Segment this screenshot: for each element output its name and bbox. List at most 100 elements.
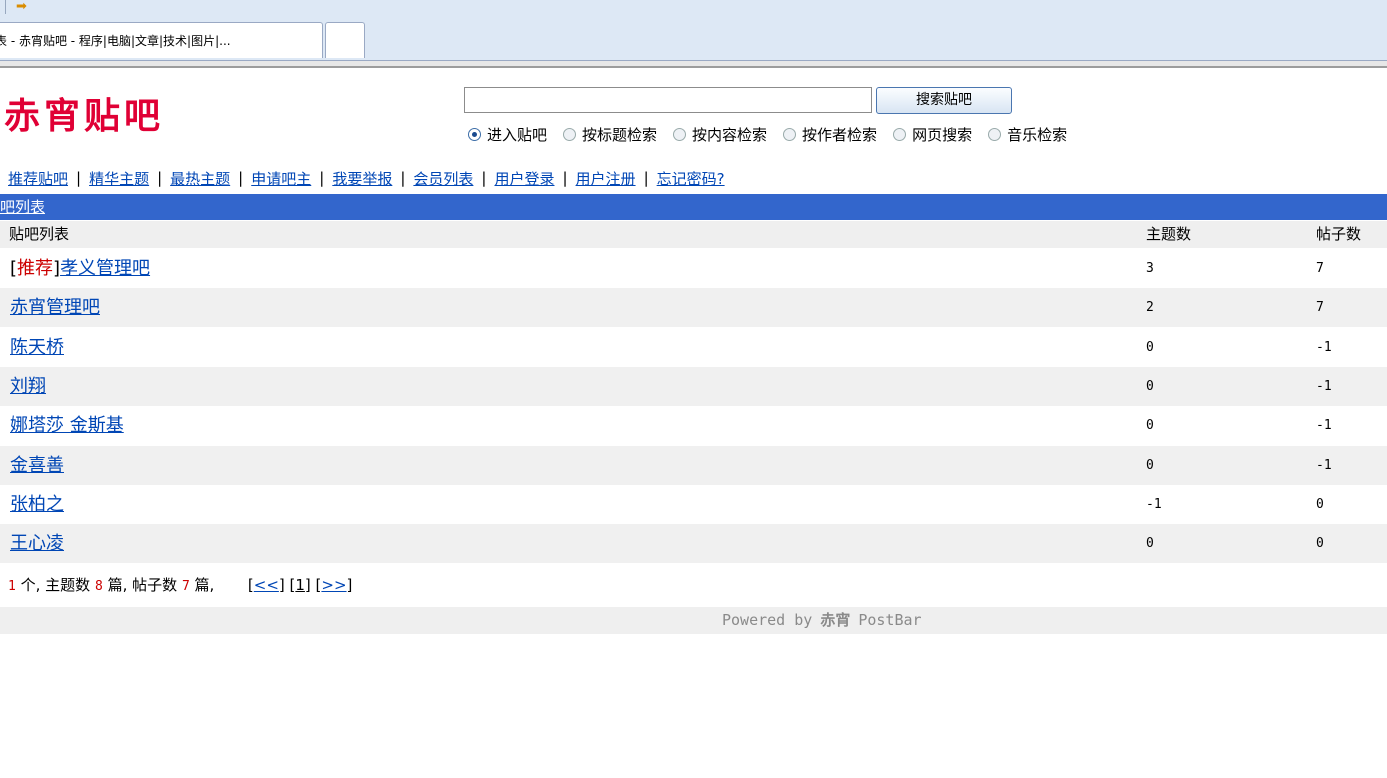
bar-name-cell: 王心凌 — [10, 524, 64, 563]
browser-tab-active[interactable]: 表 - 赤宵贴吧 - 程序|电脑|文章|技术|图片|... — [0, 22, 323, 58]
nav-separator: | — [76, 169, 82, 187]
radio-enter-bar[interactable]: 进入贴吧 — [468, 124, 547, 145]
nav-hottest[interactable]: 最热主题 — [170, 168, 230, 189]
topic-count: 0 — [1146, 379, 1154, 394]
bar-name-cell: 娜塔莎 金斯基 — [10, 406, 124, 445]
table-header: 贴吧列表 主题数 帖子数 — [0, 221, 1387, 248]
search-input[interactable] — [464, 87, 872, 113]
radio-dot-icon[interactable] — [783, 127, 797, 141]
topic-count: 2 — [1146, 300, 1154, 315]
radio-label: 进入贴吧 — [487, 125, 548, 144]
new-tab-button[interactable] — [325, 22, 365, 58]
radio-label: 按标题检索 — [582, 125, 658, 144]
recommend-tag: [推荐] — [10, 258, 60, 279]
current-page: 1 — [295, 576, 305, 594]
post-count: 0 — [1316, 536, 1324, 551]
nav-separator: | — [319, 169, 325, 187]
col-header-posts: 帖子数 — [1316, 225, 1362, 243]
bar-link[interactable]: 张柏之 — [10, 494, 64, 515]
col-header-topics: 主题数 — [1146, 225, 1192, 243]
bar-list-title-link[interactable]: 吧列表 — [0, 198, 45, 216]
next-page-link[interactable]: >> — [321, 576, 346, 594]
footer-content: Powered by 赤宵 PostBar — [722, 607, 922, 634]
topic-count: 0 — [1146, 340, 1154, 355]
footer-product: PostBar — [858, 611, 922, 629]
radio-dot-icon[interactable] — [673, 127, 687, 141]
table-row: 赤宵管理吧 2 7 — [0, 288, 1387, 327]
post-count: -1 — [1316, 458, 1332, 473]
radio-dot-icon[interactable] — [563, 127, 577, 141]
list-summary: 1 个, 主题数 8 篇, 帖子数 7 篇, [<<] [1] [>>] — [8, 574, 352, 598]
search-button[interactable]: 搜索贴吧 — [876, 87, 1012, 114]
nav-login[interactable]: 用户登录 — [494, 168, 554, 189]
post-count: -1 — [1316, 340, 1332, 355]
tag-bracket: [ — [10, 258, 18, 279]
radio-music-search[interactable]: 音乐检索 — [988, 124, 1067, 145]
nav-recommended[interactable]: 推荐贴吧 — [8, 168, 68, 189]
browser-top-strip: ➡ — [0, 0, 1387, 16]
bar-link[interactable]: 陈天桥 — [10, 337, 64, 358]
nav-separator: | — [157, 169, 163, 187]
nav-report[interactable]: 我要举报 — [332, 168, 392, 189]
nav-register[interactable]: 用户注册 — [576, 168, 636, 189]
nav-featured[interactable]: 精华主题 — [89, 168, 149, 189]
radio-dot-icon[interactable] — [988, 127, 1002, 141]
table-row: 张柏之 -1 0 — [0, 485, 1387, 524]
post-count: -1 — [1316, 379, 1332, 394]
main-nav: 推荐贴吧 | 精华主题 | 最热主题 | 申请吧主 | 我要举报 | 会员列表 | 用户登录… — [0, 166, 1387, 190]
col-header-name: 贴吧列表 — [9, 225, 70, 243]
radio-label: 网页搜索 — [912, 125, 973, 144]
topic-count: 0 — [1146, 536, 1154, 551]
nav-separator: | — [562, 169, 568, 187]
table-row: 王心凌 0 0 — [0, 524, 1387, 563]
bar-count-suffix: 个, — [20, 576, 41, 594]
bar-name-cell: [推荐]孝义管理吧 — [10, 249, 150, 288]
nav-forgot-password[interactable]: 忘记密码? — [657, 168, 725, 189]
bar-list-header: 吧列表 — [0, 194, 1387, 220]
radio-dot-icon[interactable] — [893, 127, 907, 141]
tab-title: 表 - 赤宵贴吧 - 程序|电脑|文章|技术|图片|... — [0, 34, 231, 48]
bar-link[interactable]: 刘翔 — [10, 376, 46, 397]
page-footer: Powered by 赤宵 PostBar — [0, 607, 1387, 634]
table-row: 娜塔莎 金斯基 0 -1 — [0, 406, 1387, 445]
footer-brand: 赤宵 — [820, 611, 851, 629]
nav-separator: | — [481, 169, 487, 187]
radio-by-author[interactable]: 按作者检索 — [783, 124, 877, 145]
bar-link[interactable]: 赤宵管理吧 — [10, 297, 100, 318]
recommend-label: 推荐 — [17, 258, 54, 279]
radio-dot-icon[interactable] — [468, 127, 481, 141]
posts-unit: 篇, — [194, 576, 215, 594]
bar-count: 1 — [8, 579, 16, 594]
radio-by-title[interactable]: 按标题检索 — [563, 124, 657, 145]
radio-label: 按内容检索 — [692, 125, 768, 144]
nav-apply-moderator[interactable]: 申请吧主 — [251, 168, 311, 189]
radio-label: 按作者检索 — [802, 125, 878, 144]
topic-count: 3 — [1146, 261, 1154, 276]
powered-by-text: Powered by — [722, 611, 813, 629]
post-count: -1 — [1316, 418, 1332, 433]
bar-link[interactable]: 娜塔莎 金斯基 — [10, 415, 124, 436]
bar-link[interactable]: 王心凌 — [10, 533, 64, 554]
radio-by-content[interactable]: 按内容检索 — [673, 124, 767, 145]
radio-label: 音乐检索 — [1007, 125, 1068, 144]
browser-tab-bar: 表 - 赤宵贴吧 - 程序|电脑|文章|技术|图片|... — [0, 16, 1387, 61]
bar-link[interactable]: 孝义管理吧 — [60, 258, 150, 279]
post-count: 7 — [1316, 261, 1324, 276]
topic-count: 0 — [1146, 458, 1154, 473]
topics-total: 8 — [94, 579, 103, 594]
bar-name-cell: 赤宵管理吧 — [10, 288, 100, 327]
nav-separator: | — [643, 169, 649, 187]
toolbar-separator — [5, 0, 6, 14]
radio-web-search[interactable]: 网页搜索 — [893, 124, 972, 145]
site-logo[interactable]: 赤宵贴吧 — [4, 92, 164, 140]
search-mode-options: 进入贴吧 按标题检索 按内容检索 按作者检索 网页搜索 音乐检索 — [468, 123, 1083, 145]
tag-bracket: ] — [53, 258, 61, 279]
prev-page-link[interactable]: << — [254, 576, 279, 594]
bar-name-cell: 张柏之 — [10, 485, 64, 524]
topics-unit: 篇, — [107, 576, 128, 594]
topic-count: -1 — [1146, 497, 1162, 512]
nav-member-list[interactable]: 会员列表 — [413, 168, 473, 189]
go-arrow-icon[interactable]: ➡ — [16, 0, 40, 15]
bar-link[interactable]: 金喜善 — [10, 455, 64, 476]
nav-separator: | — [238, 169, 244, 187]
